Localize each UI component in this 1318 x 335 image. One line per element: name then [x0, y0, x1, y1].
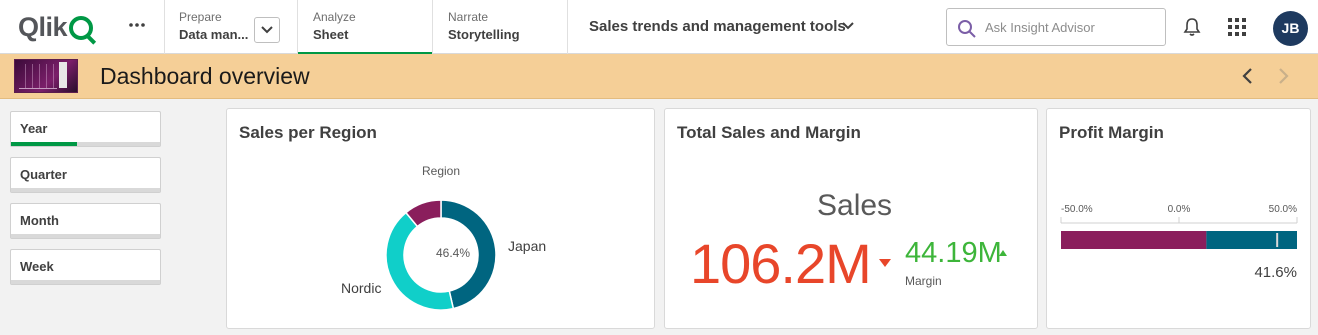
sheet-header: Dashboard overview	[0, 54, 1318, 99]
previous-sheet-icon[interactable]	[1241, 67, 1255, 85]
next-sheet-icon[interactable]	[1276, 67, 1290, 85]
kpi-margin-label: Margin	[905, 274, 942, 288]
sales-per-region-card[interactable]: Sales per Region Region 46.4% Japan Nord…	[226, 108, 655, 329]
logo-q-icon	[69, 16, 94, 40]
kpi-sales-value: 106.2M	[690, 232, 872, 295]
profit-margin-card[interactable]: Profit Margin -50.0% 0.0% 50.0% 41.6%	[1046, 108, 1311, 329]
insight-advisor-search[interactable]	[946, 8, 1166, 46]
gauge-tick-label: 0.0%	[1168, 204, 1191, 215]
legend-title: Region	[422, 164, 460, 178]
top-navigation-bar: Qlik Prepare Data man... Analyze Sheet N…	[0, 0, 1318, 54]
gauge-segment-1	[1206, 231, 1297, 249]
selection-bar	[11, 188, 160, 192]
apps-grid-icon[interactable]	[1228, 18, 1246, 36]
search-icon	[958, 20, 976, 38]
more-menu-button[interactable]	[126, 14, 148, 38]
bell-icon[interactable]	[1183, 17, 1201, 37]
prepare-dropdown-button[interactable]	[254, 17, 280, 43]
filter-quarter[interactable]: Quarter	[10, 157, 161, 193]
selection-bar	[11, 234, 160, 238]
filter-month[interactable]: Month	[10, 203, 161, 239]
gauge-value-label: 41.6%	[1254, 264, 1297, 281]
trend-down-icon	[879, 259, 891, 267]
filter-year-label: Year	[20, 121, 48, 136]
logo-text: Qlik	[18, 11, 68, 42]
gauge-segment-0	[1061, 231, 1207, 249]
gauge-tick-label: -50.0%	[1061, 204, 1093, 215]
tab-analyze-label: Sheet	[313, 27, 349, 42]
trend-up-icon	[999, 250, 1007, 256]
filter-quarter-label: Quarter	[20, 167, 67, 182]
chevron-down-icon[interactable]	[842, 22, 854, 30]
qlik-logo[interactable]: Qlik	[18, 11, 94, 42]
ellipsis-icon	[129, 23, 145, 27]
slice-label-nordic: Nordic	[341, 280, 381, 296]
kpi-sales-label: Sales	[817, 189, 893, 222]
selection-bar	[11, 142, 160, 146]
tab-narrate-label: Storytelling	[448, 27, 520, 42]
chevron-down-icon	[261, 26, 273, 34]
filter-month-label: Month	[20, 213, 59, 228]
tab-narrate-small: Narrate	[448, 10, 489, 24]
user-avatar[interactable]: JB	[1273, 11, 1308, 46]
tab-analyze[interactable]: Analyze Sheet	[298, 0, 432, 54]
sheet-title: Dashboard overview	[100, 63, 310, 89]
center-label: 46.4%	[436, 246, 470, 260]
kpi-margin-value: 44.19M	[905, 237, 1002, 269]
search-input[interactable]	[985, 17, 1155, 37]
gauge-tick-label: 50.0%	[1269, 204, 1297, 215]
card-title: Total Sales and Margin	[677, 123, 861, 142]
sheet-thumbnail	[14, 59, 78, 93]
filter-week[interactable]: Week	[10, 249, 161, 285]
bar-gauge-chart[interactable]: -50.0% 0.0% 50.0% 41.6%	[1047, 109, 1310, 328]
donut-chart[interactable]: Region 46.4% Japan Nordic	[227, 109, 654, 328]
slice-label-japan: Japan	[508, 238, 546, 254]
selection-fill	[11, 142, 77, 146]
tab-analyze-small: Analyze	[313, 10, 356, 24]
filter-year[interactable]: Year	[10, 111, 161, 147]
selection-bar	[11, 280, 160, 284]
tab-narrate[interactable]: Narrate Storytelling	[433, 0, 567, 54]
donut-slice-nordic[interactable]	[385, 211, 455, 311]
app-title[interactable]: Sales trends and management tools	[589, 18, 846, 35]
nav-divider	[567, 0, 568, 54]
filter-week-label: Week	[20, 259, 54, 274]
total-sales-margin-card[interactable]: Total Sales and Margin Sales 106.2M 44.1…	[664, 108, 1038, 329]
